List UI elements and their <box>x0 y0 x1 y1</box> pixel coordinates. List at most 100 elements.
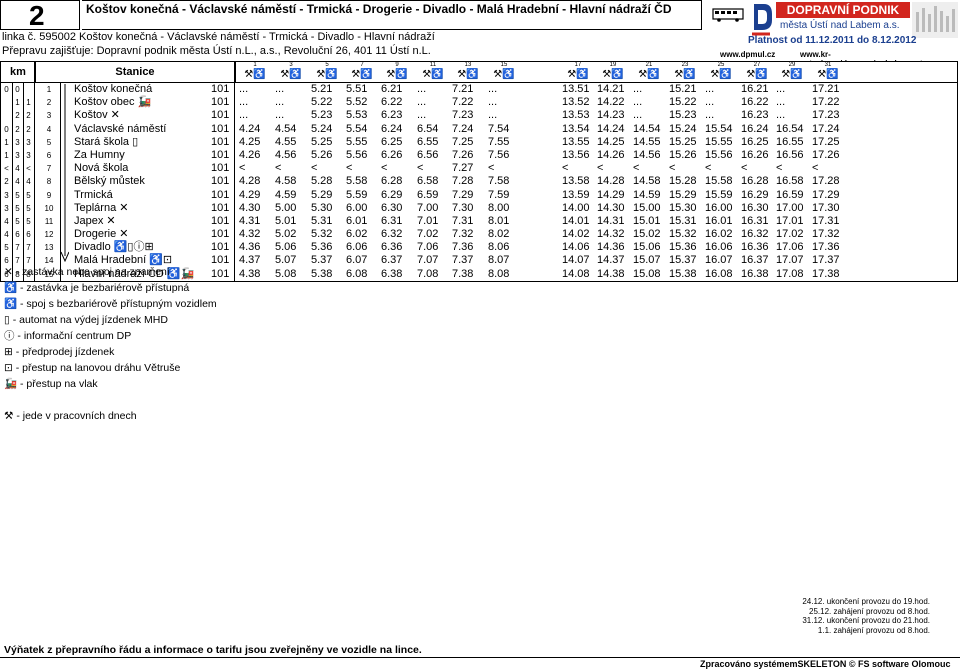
departure-time: 16.30 <box>741 201 769 214</box>
departure-time: 16.36 <box>741 241 769 254</box>
km-value: 4 <box>4 230 9 240</box>
departure-time: 15.38 <box>669 267 697 280</box>
departure-time: 16.21 <box>741 83 769 95</box>
km-value: 2 <box>26 111 31 121</box>
departure-time: 5.23 <box>311 109 333 122</box>
departure-time: 5.00 <box>275 201 297 214</box>
departure-time: 5.36 <box>311 241 333 254</box>
line-label: linka č. 595002 Koštov konečná - Václavs… <box>2 31 435 43</box>
departure-time: ... <box>776 96 786 109</box>
departure-time: 6.26 <box>381 148 403 161</box>
departure-time: 5.37 <box>311 254 333 267</box>
departure-time: < <box>346 162 353 175</box>
departure-time: < <box>633 162 640 175</box>
departure-time: 16.07 <box>705 254 733 267</box>
departure-time: 14.58 <box>633 175 661 188</box>
departure-time: 17.31 <box>812 214 840 227</box>
departure-time: 8.06 <box>488 241 510 254</box>
departure-time: 17.01 <box>776 214 804 227</box>
departure-time: 17.36 <box>812 241 840 254</box>
departure-time: ... <box>633 83 643 95</box>
km-value: 5 <box>15 216 20 226</box>
dp-logo-text: DOPRAVNÍ PODNIK <box>776 2 910 18</box>
validity-period: Platnost od 11.12.2011 do 8.12.2012 <box>748 35 917 46</box>
departure-time: 15.23 <box>669 109 697 122</box>
departure-time: 17.22 <box>812 96 840 109</box>
departure-time: 6.28 <box>381 175 403 188</box>
trip-number: 17 <box>574 62 582 68</box>
departure-time: 8.00 <box>488 201 510 214</box>
departure-time: 14.26 <box>597 148 625 161</box>
departure-time: 5.26 <box>311 148 333 161</box>
km-value: 4 <box>15 164 20 174</box>
trip-header: 29 ⚒♿ <box>774 62 810 82</box>
departure-time: 7.37 <box>452 254 474 267</box>
departure-time: 14.31 <box>597 214 625 227</box>
departure-time: 13.55 <box>562 135 590 148</box>
weekday-barrierfree-icon: ⚒♿ <box>457 69 479 80</box>
departure-time: 5.59 <box>346 188 368 201</box>
km-value: 5 <box>26 203 31 213</box>
departure-time: < <box>741 162 748 175</box>
legend-item: ♿ - spoj s bezbariérově přístupným vozid… <box>4 298 217 310</box>
stop-number: 8 <box>46 177 52 187</box>
km-value: 7 <box>26 243 31 253</box>
legend-item: ⊞ - předprodej jízdenek <box>4 346 115 358</box>
holiday-note: 24.12. ukončení provozu do 19.hod. <box>802 597 930 606</box>
km-value: 7 <box>15 243 20 253</box>
departure-time: 7.21 <box>452 83 474 95</box>
departure-time: 17.30 <box>812 201 840 214</box>
departure-time: ... <box>239 109 249 122</box>
zone-number: 101 <box>211 148 230 161</box>
km-value: 4 <box>15 177 20 187</box>
stop-number: 12 <box>44 230 54 240</box>
zone-number: 101 <box>211 135 230 148</box>
departure-time: 16.58 <box>776 175 804 188</box>
departure-time: ... <box>239 96 249 109</box>
departure-time: 7.02 <box>417 228 439 241</box>
departure-time: 13.58 <box>562 175 590 188</box>
km-value: 2 <box>26 124 31 134</box>
km-value: < <box>26 164 31 174</box>
departure-time: 7.30 <box>452 201 474 214</box>
departure-time: 14.55 <box>633 135 661 148</box>
departure-time: 6.54 <box>417 122 439 135</box>
direction-arrow-icon <box>61 84 69 262</box>
departure-time: 7.29 <box>452 188 474 201</box>
departure-time: 15.25 <box>669 135 697 148</box>
departure-time: ... <box>417 109 427 122</box>
zone-number: 101 <box>211 96 230 109</box>
weekday-barrierfree-icon: ⚒♿ <box>422 69 444 80</box>
departure-time: 15.36 <box>669 241 697 254</box>
departure-time: 7.32 <box>452 228 474 241</box>
zone-number: 101 <box>211 175 230 188</box>
departure-time: 14.21 <box>597 83 625 95</box>
website-dpmul[interactable]: www.dpmul.cz <box>720 50 775 59</box>
departure-time: 16.08 <box>705 267 733 280</box>
departure-time: 14.06 <box>562 241 590 254</box>
km-value: 2 <box>15 111 20 121</box>
departure-time: 6.55 <box>417 135 439 148</box>
departure-time: 7.55 <box>488 135 510 148</box>
departure-time: 4.24 <box>239 122 261 135</box>
departure-time: ... <box>488 96 498 109</box>
departure-time: 6.00 <box>346 201 368 214</box>
km-value: 5 <box>26 216 31 226</box>
departure-time: 14.36 <box>597 241 625 254</box>
departure-time: ... <box>488 109 498 122</box>
legend-item: ⊡ - přestup na lanovou dráhu Větruše <box>4 362 181 374</box>
trip-number: 1 <box>253 62 257 68</box>
stop-number: 6 <box>46 150 52 160</box>
departure-time: < <box>275 162 282 175</box>
departure-time: 4.29 <box>239 188 261 201</box>
software-credit: Zpracováno systémemSKELETON © FS softwar… <box>700 659 951 669</box>
departure-time: < <box>311 162 318 175</box>
departure-time: 17.28 <box>812 175 840 188</box>
zone-number: 101 <box>211 241 230 254</box>
departure-time: 7.24 <box>452 122 474 135</box>
departure-time: 6.59 <box>417 188 439 201</box>
carrier-info: Přepravu zajišťuje: Dopravní podnik měst… <box>2 45 431 57</box>
departure-time: 15.24 <box>669 122 697 135</box>
departure-time: 15.56 <box>705 148 733 161</box>
departure-time: 15.58 <box>705 175 733 188</box>
